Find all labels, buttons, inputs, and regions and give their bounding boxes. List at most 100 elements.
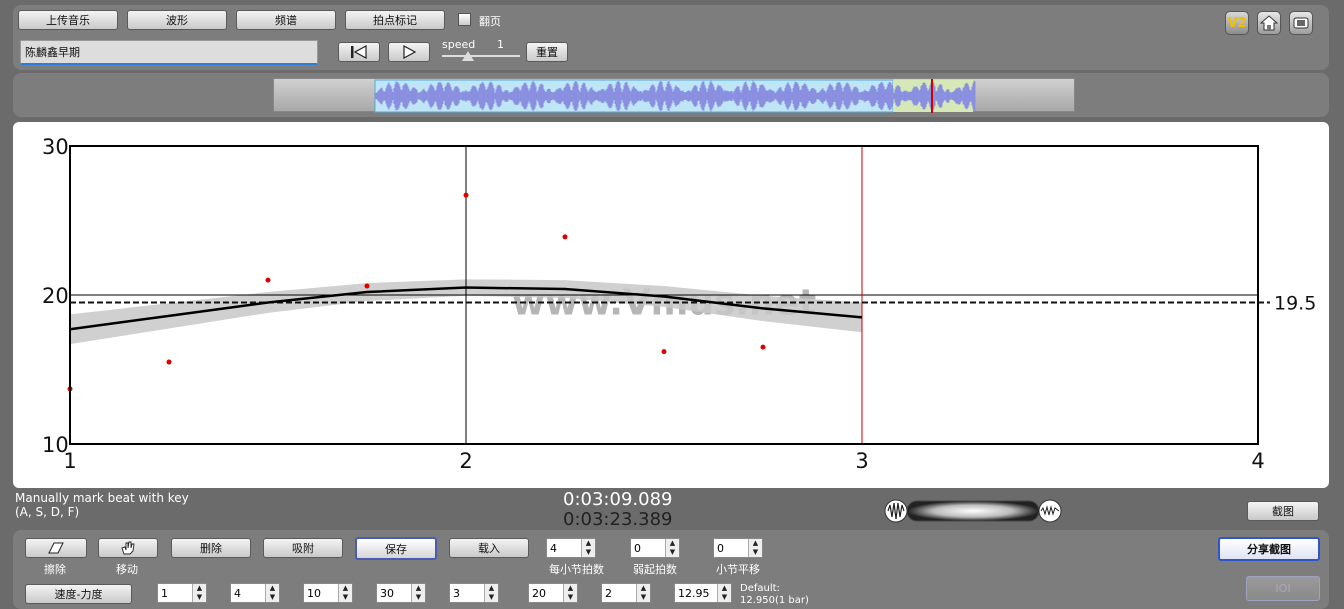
pickup-beats-value: 0 <box>634 541 641 555</box>
beat-point-5 <box>463 192 469 198</box>
param-stepper-4[interactable]: 30 ▲ ▼ <box>376 583 426 603</box>
beat-point-2 <box>166 359 172 365</box>
tempo-chart-area[interactable]: www.Vmus.net19.53020101234 <box>13 122 1329 488</box>
param-stepper-7[interactable]: 2 ▲ ▼ <box>601 583 651 603</box>
stepper-up-icon[interactable]: ▲ <box>266 584 279 593</box>
param-value-2: 4 <box>234 586 241 600</box>
y-tick-label-20: 20 <box>42 284 69 308</box>
stepper-up-icon[interactable]: ▲ <box>485 584 498 593</box>
bar-shift-stepper[interactable]: 0 ▲ ▼ <box>713 538 763 558</box>
param-value-7: 2 <box>605 586 612 600</box>
erase-label: 擦除 <box>44 563 66 576</box>
stepper-up-icon[interactable]: ▲ <box>666 539 679 548</box>
stepper-down-icon[interactable]: ▼ <box>266 593 279 602</box>
bar-shift-value: 0 <box>717 541 724 555</box>
tempo-chart[interactable]: www.Vmus.net19.53020101234 <box>13 122 1329 488</box>
param-value-4: 30 <box>380 586 394 600</box>
param-stepper-8[interactable]: 12.95 ▲ ▼ <box>674 583 732 603</box>
move-label: 移动 <box>116 563 138 576</box>
default-line-1: Default: <box>740 583 780 594</box>
stepper-down-icon[interactable]: ▼ <box>193 593 206 602</box>
stepper-up-icon[interactable]: ▲ <box>749 539 762 548</box>
track-title-field[interactable]: 陈麟鑫早期 <box>20 40 318 65</box>
stepper-down-icon[interactable]: ▼ <box>339 593 352 602</box>
skip-back-icon <box>351 45 367 59</box>
ioi-button[interactable]: IOI <box>1246 576 1320 601</box>
fullscreen-icon <box>1293 17 1309 29</box>
beat-mark-button[interactable]: 拍点标记 <box>345 10 445 30</box>
save-button[interactable]: 保存 <box>355 537 437 560</box>
play-button[interactable] <box>388 42 430 62</box>
waveform-overview-graph[interactable] <box>274 79 1076 113</box>
param-value-8: 12.95 <box>678 586 710 600</box>
move-hand-icon <box>121 541 135 555</box>
param-value-3: 10 <box>307 586 321 600</box>
stepper-up-icon[interactable]: ▲ <box>339 584 352 593</box>
y-tick-label-30: 30 <box>42 135 69 159</box>
pickup-beats-label: 弱起拍数 <box>633 563 677 576</box>
flip-page-label: 翻页 <box>479 15 501 28</box>
pickup-beats-stepper[interactable]: 0 ▲ ▼ <box>630 538 680 558</box>
mean-value-label: 19.5 <box>1274 292 1316 314</box>
param-stepper-1[interactable]: 1 ▲ ▼ <box>157 583 207 603</box>
param-stepper-5[interactable]: 3 ▲ ▼ <box>449 583 499 603</box>
x-tick-label-4: 4 <box>1251 449 1264 473</box>
beat-point-6 <box>562 234 568 240</box>
stepper-up-icon[interactable]: ▲ <box>637 584 650 593</box>
screenshot-button[interactable]: 截图 <box>1247 501 1319 521</box>
param-value-1: 1 <box>161 586 168 600</box>
version-badge-text: V2 <box>1227 15 1247 31</box>
home-icon <box>1260 15 1278 31</box>
eraser-icon <box>48 542 64 554</box>
load-button[interactable]: 载入 <box>449 538 529 558</box>
spectrum-button[interactable]: 频谱 <box>236 10 336 30</box>
version-badge[interactable]: V2 <box>1225 11 1249 35</box>
upload-music-button[interactable]: 上传音乐 <box>18 10 118 30</box>
speed-value: 1 <box>497 38 504 51</box>
delete-button[interactable]: 删除 <box>171 538 251 558</box>
erase-button[interactable] <box>25 538 87 558</box>
play-icon <box>403 45 417 59</box>
stepper-up-icon[interactable]: ▲ <box>193 584 206 593</box>
hint-line-1: Manually mark beat with key <box>15 491 189 505</box>
stepper-down-icon[interactable]: ▼ <box>564 593 577 602</box>
stepper-up-icon[interactable]: ▲ <box>412 584 425 593</box>
param-stepper-6[interactable]: 20 ▲ ▼ <box>528 583 578 603</box>
tempo-dynamics-button[interactable]: 速度-力度 <box>25 584 132 604</box>
param-value-6: 20 <box>532 586 546 600</box>
fullscreen-button[interactable] <box>1289 11 1313 35</box>
speed-slider-track[interactable] <box>442 55 520 57</box>
share-screenshot-button[interactable]: 分享截图 <box>1218 537 1320 561</box>
bar-shift-label: 小节平移 <box>716 563 760 576</box>
move-button[interactable] <box>98 538 158 558</box>
x-tick-label-3: 3 <box>855 449 868 473</box>
param-stepper-3[interactable]: 10 ▲ ▼ <box>303 583 353 603</box>
waveform-overview[interactable] <box>273 78 1076 113</box>
stepper-down-icon[interactable]: ▼ <box>718 593 731 602</box>
speed-label: speed <box>442 38 476 51</box>
stepper-down-icon[interactable]: ▼ <box>582 548 595 557</box>
beat-point-4 <box>364 283 370 289</box>
stepper-down-icon[interactable]: ▼ <box>637 593 650 602</box>
zoom-slider-graphic <box>884 499 1062 523</box>
stepper-up-icon[interactable]: ▲ <box>564 584 577 593</box>
stepper-down-icon[interactable]: ▼ <box>412 593 425 602</box>
attach-button[interactable]: 吸附 <box>263 538 343 558</box>
flip-page-checkbox[interactable] <box>458 13 471 26</box>
beats-per-bar-stepper[interactable]: 4 ▲ ▼ <box>546 538 596 558</box>
current-time: 0:03:09.089 <box>563 489 673 510</box>
stepper-up-icon[interactable]: ▲ <box>582 539 595 548</box>
waveform-button[interactable]: 波形 <box>127 10 227 30</box>
beat-point-7 <box>661 349 667 355</box>
reset-button[interactable]: 重置 <box>526 42 568 62</box>
zoom-slider[interactable] <box>883 499 1063 523</box>
stepper-down-icon[interactable]: ▼ <box>666 548 679 557</box>
beat-point-8 <box>760 344 766 350</box>
stepper-up-icon[interactable]: ▲ <box>718 584 731 593</box>
stepper-down-icon[interactable]: ▼ <box>485 593 498 602</box>
speed-slider-thumb[interactable] <box>462 51 474 61</box>
param-stepper-2[interactable]: 4 ▲ ▼ <box>230 583 280 603</box>
stepper-down-icon[interactable]: ▼ <box>749 548 762 557</box>
skip-to-start-button[interactable] <box>338 42 380 62</box>
home-button[interactable] <box>1257 11 1281 35</box>
